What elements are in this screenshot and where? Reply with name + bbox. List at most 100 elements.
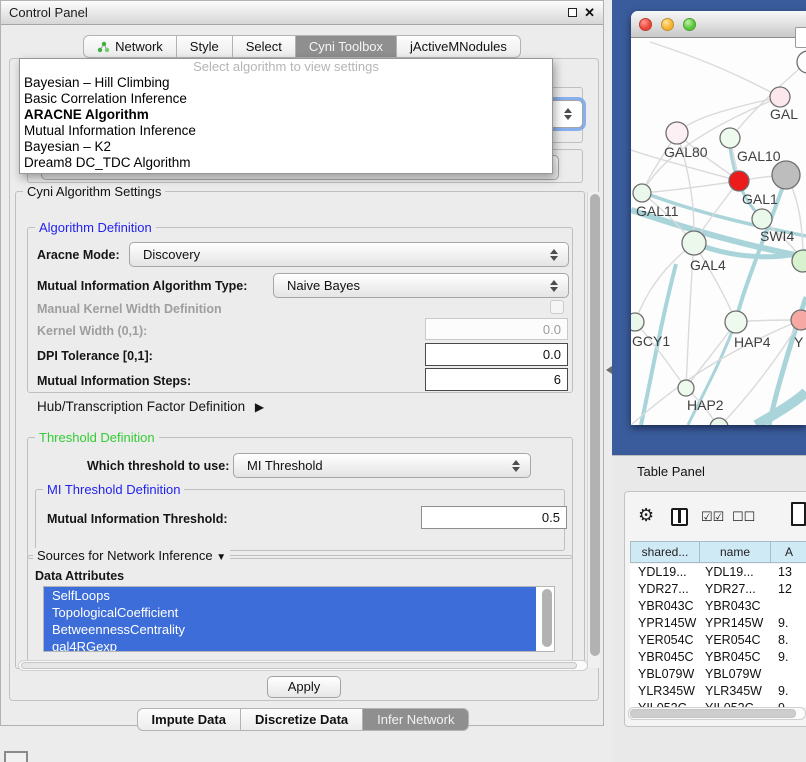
- cyni-bottom-tabbar: Impute Data Discretize Data Infer Networ…: [1, 708, 605, 731]
- settings-scrollbar-thumb[interactable]: [590, 194, 600, 656]
- node-gcy1[interactable]: [631, 313, 644, 331]
- tab-jactivemnodules[interactable]: jActiveMNodules: [397, 35, 521, 58]
- table-hscrollbar-thumb[interactable]: [630, 709, 796, 718]
- tab-label: Cyni Toolbox: [309, 36, 383, 57]
- kernel-width-input[interactable]: [425, 318, 568, 340]
- threshold-definition-title: Threshold Definition: [35, 430, 159, 445]
- hub-section-label[interactable]: Hub/Transcription Factor Definition ▶: [37, 399, 264, 414]
- settings-horizontal-scrollbar[interactable]: [18, 660, 588, 671]
- tab-impute-data[interactable]: Impute Data: [137, 708, 241, 731]
- node-gal1-red[interactable]: [729, 171, 749, 191]
- select-all-icon[interactable]: ☑☑: [701, 509, 724, 525]
- node-gray-large[interactable]: [772, 161, 800, 189]
- attribute-item-selfloops[interactable]: SelfLoops: [44, 587, 536, 604]
- algorithm-option-aracne[interactable]: ARACNE Algorithm: [20, 107, 552, 123]
- columns-icon[interactable]: [671, 508, 688, 526]
- node-gal4[interactable]: [682, 231, 706, 255]
- node-label-hap2: HAP2: [687, 397, 724, 413]
- algorithm-option-bayesian-hill[interactable]: Bayesian – Hill Climbing: [20, 75, 552, 91]
- table-row[interactable]: YLR345W YLR345W 9.: [630, 683, 806, 700]
- node-hap4[interactable]: [725, 311, 747, 333]
- table-row[interactable]: YDR27... YDR27... 12: [630, 581, 806, 598]
- table-row[interactable]: YDL19... YDL19... 13: [630, 564, 806, 581]
- float-window-icon[interactable]: [568, 8, 577, 17]
- node-gal-partial[interactable]: [770, 87, 790, 107]
- network-view-window: GAL GAL80 GAL10 GAL1 GAL11 GAL4 SWI4 GCY…: [631, 11, 806, 425]
- mac-close-button[interactable]: [639, 18, 652, 31]
- network-window-titlebar[interactable]: [631, 11, 806, 38]
- node-gal10[interactable]: [720, 128, 740, 148]
- cell-name: YDL19...: [700, 564, 772, 581]
- cell-shared: YIL052C: [630, 700, 700, 707]
- mac-minimize-button[interactable]: [661, 18, 674, 31]
- table-row[interactable]: YER054C YER054C 8.: [630, 632, 806, 649]
- column-header-partial[interactable]: A: [770, 541, 806, 563]
- aracne-mode-value: Discovery: [143, 247, 200, 262]
- cell-name: YER054C: [700, 632, 772, 649]
- dpi-tolerance-label: DPI Tolerance [0,1]:: [37, 349, 153, 363]
- mi-threshold-group-title: MI Threshold Definition: [43, 482, 184, 497]
- tab-cyni-toolbox[interactable]: Cyni Toolbox: [296, 35, 397, 58]
- tab-label: Select: [246, 36, 282, 57]
- tab-infer-network[interactable]: Infer Network: [363, 708, 469, 731]
- attribute-item-betweennesscentrality[interactable]: BetweennessCentrality: [44, 621, 536, 638]
- tab-select[interactable]: Select: [233, 35, 296, 58]
- table-row[interactable]: YBR043C YBR043C: [630, 598, 806, 615]
- data-attributes-list[interactable]: SelfLoops TopologicalCoefficient Between…: [43, 586, 555, 652]
- gear-icon[interactable]: ⚙: [638, 505, 654, 526]
- mi-threshold-input[interactable]: [421, 506, 567, 529]
- settings-hscrollbar-thumb[interactable]: [21, 662, 577, 669]
- tab-network[interactable]: Network: [83, 35, 177, 58]
- algorithm-option-mutual-information[interactable]: Mutual Information Inference: [20, 123, 552, 139]
- column-header-shared[interactable]: shared...: [630, 541, 700, 563]
- table-row[interactable]: YBL079W YBL079W: [630, 666, 806, 683]
- apply-button[interactable]: Apply: [267, 676, 341, 698]
- algorithm-option-basic-correlation[interactable]: Basic Correlation Inference: [20, 91, 552, 107]
- table-row[interactable]: YBR045C YBR045C 9.: [630, 649, 806, 666]
- mi-steps-label: Mutual Information Steps:: [37, 374, 191, 388]
- expand-triangle-icon[interactable]: ▶: [255, 400, 264, 414]
- collapse-triangle-icon[interactable]: ▼: [216, 552, 226, 563]
- tab-discretize-data[interactable]: Discretize Data: [241, 708, 363, 731]
- mi-steps-input[interactable]: [425, 368, 568, 391]
- mi-type-combobox[interactable]: Naive Bayes: [273, 273, 569, 298]
- algorithm-option-dream8[interactable]: Dream8 DC_TDC Algorithm: [20, 155, 552, 171]
- column-header-name[interactable]: name: [699, 541, 771, 563]
- stepper-icon: [512, 460, 521, 472]
- algorithm-option-bayesian-k2[interactable]: Bayesian – K2: [20, 139, 552, 155]
- doc-icon[interactable]: [791, 502, 806, 526]
- dpi-tolerance-input[interactable]: [425, 343, 568, 366]
- tab-style[interactable]: Style: [177, 35, 233, 58]
- mac-zoom-button[interactable]: [683, 18, 696, 31]
- aracne-mode-combobox[interactable]: Discovery: [129, 242, 569, 267]
- table-horizontal-scrollbar[interactable]: [628, 707, 806, 720]
- cell-value: 9.: [772, 649, 806, 666]
- which-threshold-combobox[interactable]: MI Threshold: [233, 453, 531, 478]
- node-y-partial[interactable]: [791, 310, 806, 330]
- control-panel-titlebar[interactable]: Control Panel ✕: [1, 1, 603, 25]
- panel-title: Control Panel: [9, 1, 88, 25]
- network-canvas[interactable]: GAL GAL80 GAL10 GAL1 GAL11 GAL4 SWI4 GCY…: [631, 38, 806, 425]
- node-swi4[interactable]: [752, 209, 772, 229]
- node-hap2[interactable]: [678, 380, 694, 396]
- settings-vertical-scrollbar[interactable]: [587, 192, 600, 668]
- attribute-item-topologicalcoefficient[interactable]: TopologicalCoefficient: [44, 604, 536, 621]
- splitter-collapse-icon[interactable]: [606, 366, 612, 374]
- node-gal11[interactable]: [633, 184, 651, 202]
- sources-title[interactable]: Sources for Network Inference ▼: [33, 548, 230, 563]
- node-label-gcy1: GCY1: [632, 333, 670, 349]
- cell-value: 9: [772, 700, 806, 707]
- attribute-item-gal4rgexp[interactable]: gal4RGexp: [44, 638, 536, 652]
- close-panel-icon[interactable]: ✕: [584, 5, 595, 21]
- manual-kernel-checkbox[interactable]: [550, 300, 564, 314]
- screen: GAL GAL80 GAL10 GAL1 GAL11 GAL4 SWI4 GCY…: [0, 0, 806, 762]
- cell-value: 8.: [772, 632, 806, 649]
- which-threshold-value: MI Threshold: [247, 458, 323, 473]
- table-row[interactable]: YPR145W YPR145W 9.: [630, 615, 806, 632]
- attribute-list-scrollbar-thumb[interactable]: [542, 589, 552, 647]
- network-graph: GAL GAL80 GAL10 GAL1 GAL11 GAL4 SWI4 GCY…: [631, 38, 806, 425]
- table-row[interactable]: YIL052C YIL052C 9: [630, 700, 806, 707]
- node-gal80[interactable]: [666, 122, 688, 144]
- cell-name: YBL079W: [700, 666, 772, 683]
- deselect-all-icon[interactable]: ☐☐: [732, 509, 755, 525]
